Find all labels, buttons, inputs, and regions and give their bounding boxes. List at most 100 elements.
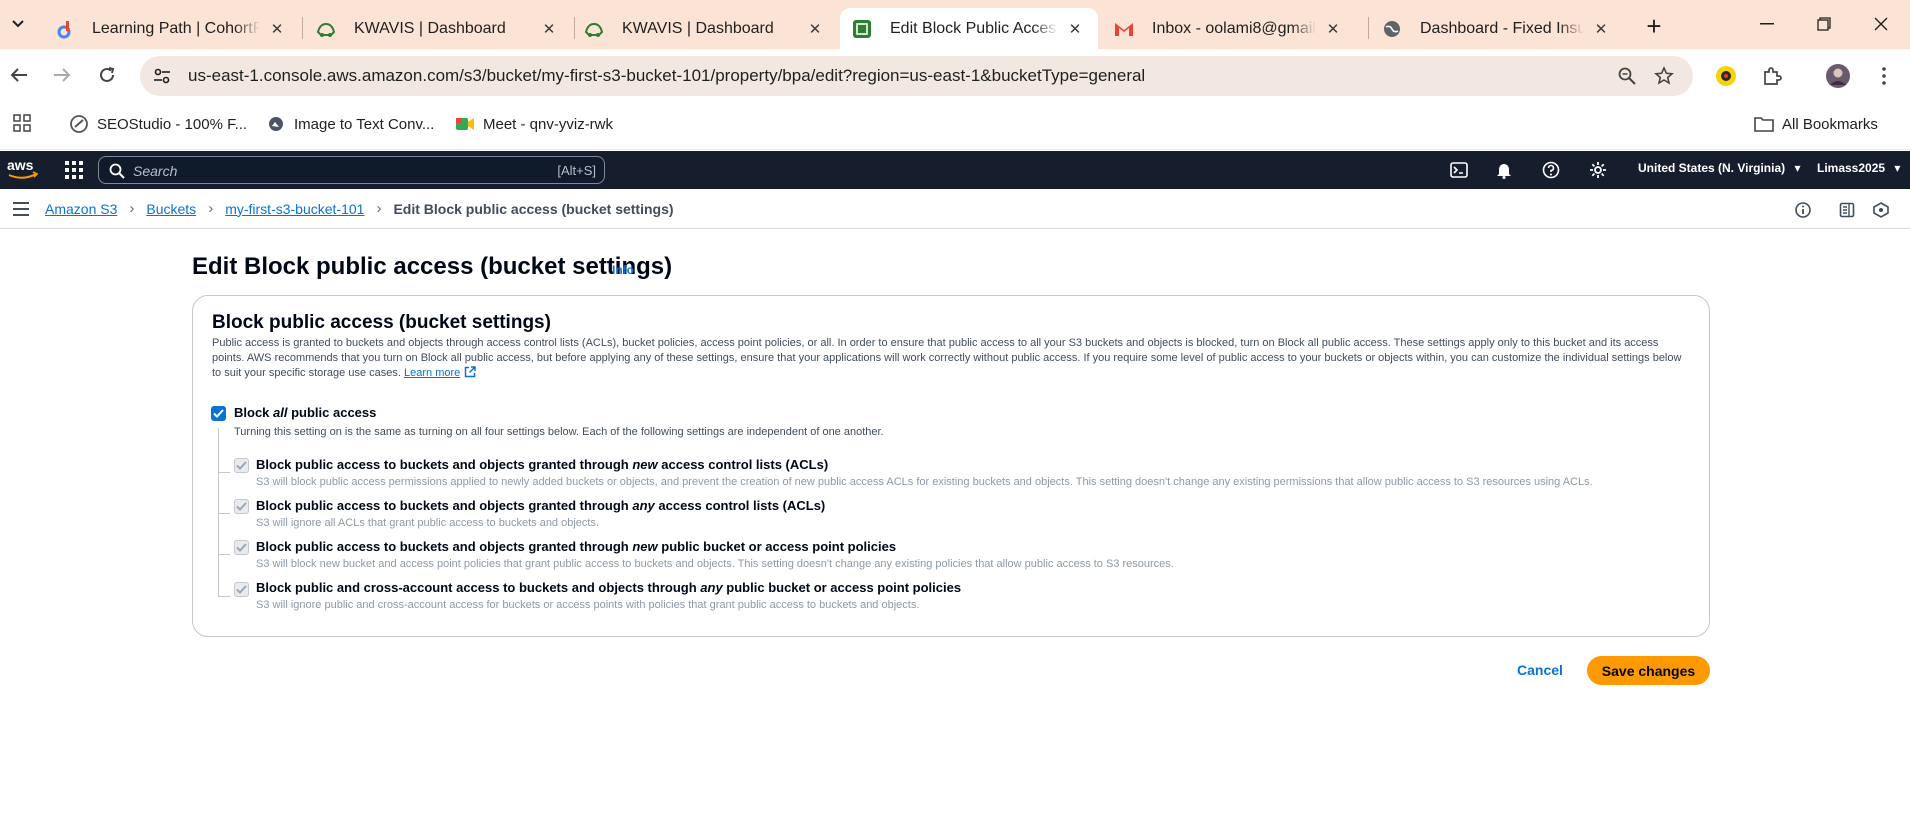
region-label: United States (N. Virginia) — [1638, 161, 1786, 175]
bookmark-star-icon[interactable] — [1652, 64, 1676, 88]
tab-close-icon[interactable]: ✕ — [1322, 18, 1344, 40]
notifications-bell-icon[interactable] — [1494, 160, 1514, 180]
cohort-favicon-icon — [54, 19, 74, 39]
learn-more-link[interactable]: Learn more — [404, 366, 477, 379]
caret-down-icon: ▾ — [1894, 161, 1901, 175]
tab-title: KWAVIS | Dashboard — [354, 19, 506, 37]
block-any-acls-label[interactable]: Block public access to buckets and objec… — [256, 498, 825, 513]
tab-title: Edit Block Public Access settings — [890, 19, 1058, 37]
label-part: public access — [287, 405, 377, 420]
browser-tabstrip: Learning Path | CohortProject ✕ KWAVIS |… — [0, 0, 1910, 49]
breadcrumb-bucket-name[interactable]: my-first-s3-bucket-101 — [225, 201, 364, 217]
url-text[interactable]: us-east-1.console.aws.amazon.com/s3/buck… — [188, 66, 1145, 86]
tab-separator — [1368, 17, 1369, 39]
block-any-acls-checkbox[interactable] — [234, 499, 249, 514]
breadcrumb: Amazon S3 › Buckets › my-first-s3-bucket… — [45, 200, 674, 217]
block-new-acls-checkbox[interactable] — [234, 458, 249, 473]
bookmark-seostudio[interactable]: SEOStudio - 100% F... — [69, 114, 247, 134]
new-tab-button[interactable]: + — [1640, 11, 1668, 41]
account-label: Limass2025 — [1817, 161, 1886, 175]
tab-close-icon[interactable]: ✕ — [804, 18, 826, 40]
block-all-public-access-label[interactable]: Block all public access — [234, 405, 376, 420]
services-grid-icon[interactable] — [64, 160, 84, 180]
browser-tab[interactable]: KWAVIS | Dashboard ✕ — [304, 8, 572, 49]
help-icon[interactable] — [1541, 160, 1561, 180]
address-bar[interactable]: us-east-1.console.aws.amazon.com/s3/buck… — [140, 56, 1693, 96]
chevron-right-icon: › — [129, 200, 135, 217]
image-to-text-icon — [266, 114, 286, 134]
breadcrumb-current: Edit Block public access (bucket setting… — [393, 200, 674, 217]
region-selector[interactable]: United States (N. Virginia) ▾ — [1638, 161, 1801, 175]
tab-close-icon[interactable]: ✕ — [538, 18, 560, 40]
resources-panel-icon[interactable] — [1838, 201, 1856, 219]
label-part: Block public access to buckets and objec… — [256, 539, 633, 554]
feedback-icon[interactable] — [1872, 201, 1890, 219]
tab-search-chevron-icon[interactable] — [6, 12, 30, 36]
folder-icon — [1754, 114, 1774, 134]
bookmark-label: SEOStudio - 100% F... — [97, 115, 248, 133]
label-emphasis: any — [632, 498, 655, 513]
info-panel-icon[interactable] — [1794, 201, 1812, 219]
label-emphasis: any — [700, 580, 723, 595]
block-new-policies-label[interactable]: Block public access to buckets and objec… — [256, 539, 896, 554]
aws-logo[interactable]: aws — [6, 156, 40, 182]
back-arrow-icon[interactable] — [3, 59, 35, 91]
tab-close-icon[interactable]: ✕ — [266, 18, 288, 40]
label-part: Block public access to buckets and objec… — [256, 498, 633, 513]
restore-window-icon[interactable] — [1801, 8, 1847, 40]
forward-arrow-icon[interactable] — [46, 59, 78, 91]
tab-close-icon[interactable]: ✕ — [1590, 18, 1612, 40]
extension-badge-icon[interactable] — [1712, 62, 1740, 90]
kwavis-favicon-icon — [584, 19, 604, 39]
caret-down-icon: ▾ — [1794, 161, 1801, 175]
block-any-policies-label[interactable]: Block public and cross-account access to… — [256, 580, 961, 595]
bookmark-label: Meet - qnv-yviz-rwk — [483, 115, 614, 133]
gmail-favicon-icon — [1114, 19, 1134, 39]
browser-menu-icon[interactable] — [1870, 62, 1898, 90]
page-title: Edit Block public access (bucket setting… — [192, 253, 673, 280]
cloudshell-icon[interactable] — [1449, 160, 1469, 180]
extensions-puzzle-icon[interactable] — [1758, 62, 1786, 90]
breadcrumb-buckets[interactable]: Buckets — [146, 201, 196, 217]
profile-avatar[interactable] — [1824, 62, 1852, 90]
cancel-button[interactable]: Cancel — [1510, 659, 1570, 681]
browser-tab[interactable]: Learning Path | CohortProject ✕ — [42, 8, 300, 49]
tab-close-icon[interactable]: ✕ — [1064, 18, 1086, 40]
search-placeholder: Search — [133, 163, 178, 179]
menu-hamburger-icon[interactable] — [12, 201, 30, 217]
bookmark-meet[interactable]: Meet - qnv-yviz-rwk — [455, 114, 613, 134]
block-all-description: Turning this setting on is the same as t… — [234, 426, 884, 438]
browser-tab[interactable]: Inbox - oolami8@gmail.com ✕ — [1102, 8, 1356, 49]
tree-connector — [218, 596, 230, 597]
all-bookmarks[interactable]: All Bookmarks — [1754, 114, 1878, 134]
external-link-icon — [464, 366, 477, 378]
block-all-public-access-checkbox[interactable] — [211, 406, 226, 421]
account-menu[interactable]: Limass2025 ▾ — [1817, 161, 1900, 175]
block-new-policies-description: S3 will block new bucket and access poin… — [256, 558, 1174, 570]
aws-top-navigation: aws Search [Alt+S] United States (N. Vir… — [0, 151, 1910, 189]
aws-search-input[interactable]: Search [Alt+S] — [98, 156, 605, 184]
block-any-policies-checkbox[interactable] — [234, 582, 249, 597]
label-part: public bucket or access point policies — [657, 539, 897, 554]
bookmark-image-to-text[interactable]: Image to Text Conv... — [266, 114, 434, 134]
browser-tab[interactable]: KWAVIS | Dashboard ✕ — [572, 8, 838, 49]
minimize-window-icon[interactable] — [1744, 8, 1790, 40]
zoom-icon[interactable] — [1615, 64, 1639, 88]
apps-grid-icon[interactable] — [13, 114, 31, 132]
browser-tab[interactable]: Dashboard - Fixed Insurance ✕ — [1370, 8, 1624, 49]
block-new-acls-label[interactable]: Block public access to buckets and objec… — [256, 457, 828, 472]
block-any-acls-description: S3 will ignore all ACLs that grant publi… — [256, 517, 600, 529]
breadcrumb-amazon-s3[interactable]: Amazon S3 — [45, 201, 117, 217]
settings-gear-icon[interactable] — [1588, 160, 1608, 180]
tab-title: Learning Path | CohortProject — [92, 19, 260, 37]
browser-tab-active[interactable]: Edit Block Public Access settings ✕ — [840, 8, 1098, 49]
site-info-icon[interactable] — [150, 64, 174, 88]
reload-icon[interactable] — [91, 59, 123, 91]
save-changes-button[interactable]: Save changes — [1587, 656, 1710, 685]
all-bookmarks-label: All Bookmarks — [1782, 115, 1878, 133]
svg-text:aws: aws — [7, 157, 34, 173]
tree-connector — [218, 472, 230, 473]
close-window-icon[interactable] — [1858, 8, 1904, 40]
info-link[interactable]: Info — [612, 263, 634, 277]
block-new-policies-checkbox[interactable] — [234, 540, 249, 555]
